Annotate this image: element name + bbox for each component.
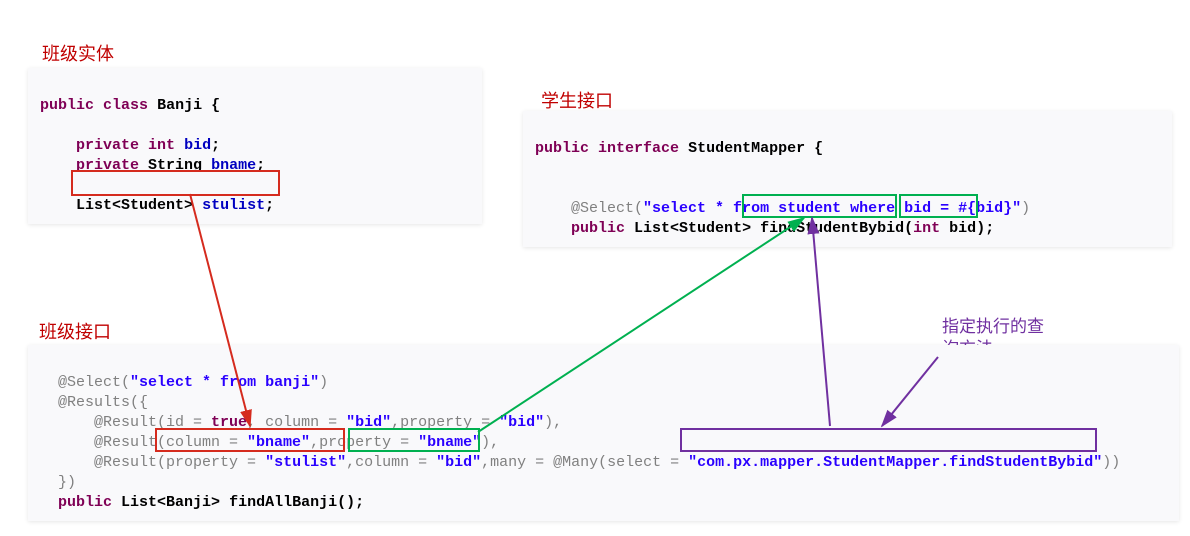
purple-note-line1: 指定执行的查 <box>942 317 1044 336</box>
banji-entity-title: 班级实体 <box>42 40 114 66</box>
student-interface-title: 学生接口 <box>541 87 613 113</box>
banji-entity-code: public class Banji { private int bid; pr… <box>28 68 482 224</box>
banji-interface-title: 班级接口 <box>39 318 111 344</box>
banji-interface-code: @Select("select * from banji") @Results(… <box>28 345 1179 521</box>
student-interface-code: public interface StudentMapper { @Select… <box>523 111 1172 247</box>
